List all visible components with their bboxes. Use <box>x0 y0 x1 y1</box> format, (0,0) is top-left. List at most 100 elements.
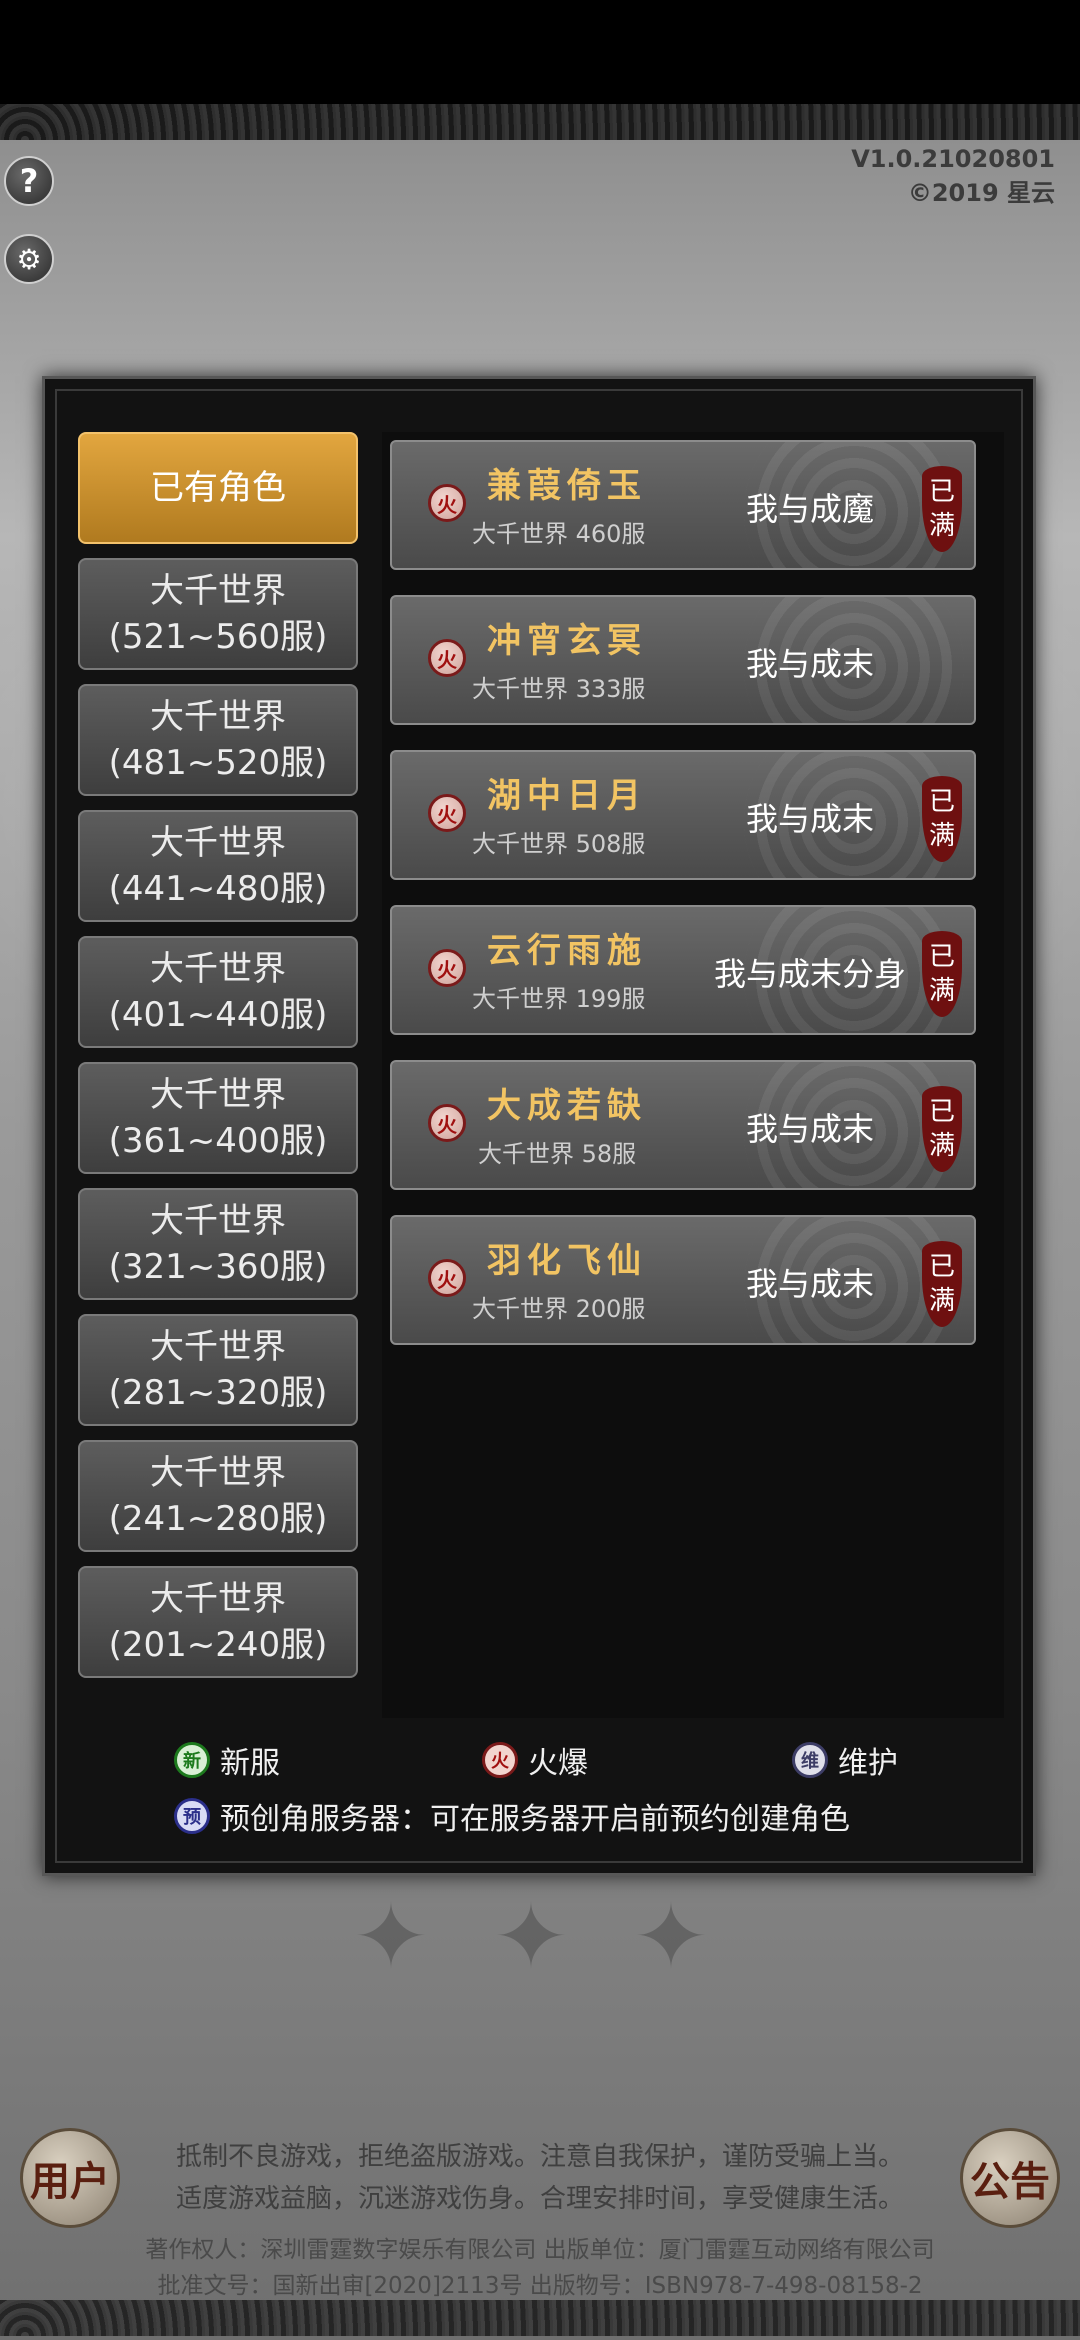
bottom-wave-border <box>0 2300 1080 2336</box>
tab-label: 大千世界 <box>150 949 286 989</box>
hot-badge-icon: 火 <box>428 1259 466 1297</box>
hot-badge-icon: 火 <box>428 949 466 987</box>
tab-range: (441~480服) <box>108 869 328 909</box>
publisher-line: 批准文号：国新出审[2020]2113号 出版物号：ISBN978-7-498-… <box>157 2273 923 2299</box>
server-world: 大千世界 200服 <box>472 1295 646 1323</box>
full-tag: 已 满 <box>922 776 962 862</box>
tab-existing-roles[interactable]: 已有角色 <box>78 432 358 544</box>
tab-world-521-560[interactable]: 大千世界 (521~560服) <box>78 558 358 670</box>
tab-label: 已有角色 <box>150 468 286 508</box>
server-card[interactable]: 火 羽化飞仙 大千世界 200服 我与成末 已 满 <box>390 1215 976 1345</box>
legend-label: 预创角服务器：可在服务器开启前预约创建角色 <box>220 1802 850 1837</box>
full-tag-char: 已 <box>928 787 955 817</box>
legend-precreate: 预 预创角服务器：可在服务器开启前预约创建角色 <box>174 1794 850 1838</box>
server-card[interactable]: 火 冲宵玄冥 大千世界 333服 我与成末 <box>390 595 976 725</box>
server-name: 兼葭倚玉 <box>487 466 647 506</box>
tab-world-441-480[interactable]: 大千世界 (441~480服) <box>78 810 358 922</box>
precreate-icon: 预 <box>174 1798 210 1834</box>
server-world: 大千世界 333服 <box>472 675 646 703</box>
legend-new: 新 新服 <box>174 1738 280 1782</box>
publisher-line: 著作权人：深圳雷霆数字娱乐有限公司 出版单位：厦门雷霆互动网络有限公司 <box>145 2237 935 2263</box>
role-name: 我与成魔 <box>745 490 874 528</box>
server-name: 云行雨施 <box>487 931 647 971</box>
tab-range: (521~560服) <box>108 617 328 657</box>
maintenance-icon: 维 <box>792 1742 828 1778</box>
help-icon: ? <box>19 162 39 200</box>
server-list: 火 兼葭倚玉 大千世界 460服 我与成魔 已 满 火 冲宵玄冥 大千世界 33… <box>382 432 1004 1718</box>
role-name: 我与成末 <box>745 800 874 838</box>
tab-range: (321~360服) <box>108 1247 328 1287</box>
tab-label: 大千世界 <box>150 1453 286 1493</box>
tab-world-201-240[interactable]: 大千世界 (201~240服) <box>78 1566 358 1678</box>
tab-world-401-440[interactable]: 大千世界 (401~440服) <box>78 936 358 1048</box>
full-tag: 已 满 <box>922 1241 962 1327</box>
full-tag: 已 满 <box>922 466 962 552</box>
tab-range: (201~240服) <box>108 1625 328 1665</box>
tab-world-321-360[interactable]: 大千世界 (321~360服) <box>78 1188 358 1300</box>
game-title-art: ✦ ✦ ✦ <box>353 1880 727 1985</box>
server-card[interactable]: 火 大成若缺 大千世界 58服 我与成末 已 满 <box>390 1060 976 1190</box>
settings-button[interactable]: ⚙ <box>4 234 54 284</box>
legend-label: 新服 <box>220 1746 280 1781</box>
server-name: 大成若缺 <box>487 1086 647 1126</box>
server-world: 大千世界 58服 <box>478 1140 637 1168</box>
server-card[interactable]: 火 兼葭倚玉 大千世界 460服 我与成魔 已 满 <box>390 440 976 570</box>
server-card[interactable]: 火 云行雨施 大千世界 199服 我与成末分身 已 满 <box>390 905 976 1035</box>
tab-label: 大千世界 <box>150 1327 286 1367</box>
tab-range: (481~520服) <box>108 743 328 783</box>
legend-label: 维护 <box>838 1746 898 1781</box>
full-tag-char: 已 <box>928 1252 955 1282</box>
version-number: V1.0.21020801 <box>851 145 1055 173</box>
full-tag-char: 满 <box>928 511 955 541</box>
server-world: 大千世界 460服 <box>472 520 646 548</box>
full-tag-char: 已 <box>928 942 955 972</box>
top-wave-border <box>0 104 1080 140</box>
server-world: 大千世界 199服 <box>472 985 646 1013</box>
tab-label: 大千世界 <box>150 1075 286 1115</box>
full-tag-char: 已 <box>928 477 955 507</box>
version-info: V1.0.21020801 ©2019 星云 <box>851 142 1055 210</box>
legend-hot: 火 火爆 <box>482 1738 588 1782</box>
server-name: 羽化飞仙 <box>487 1241 647 1281</box>
tab-world-241-280[interactable]: 大千世界 (241~280服) <box>78 1440 358 1552</box>
help-button[interactable]: ? <box>4 156 54 206</box>
world-tab-list[interactable]: 已有角色 大千世界 (521~560服) 大千世界 (481~520服) 大千世… <box>78 432 364 1718</box>
server-name: 湖中日月 <box>487 776 647 816</box>
tab-label: 大千世界 <box>150 571 286 611</box>
copyright-year: ©2019 星云 <box>907 179 1055 207</box>
full-tag: 已 满 <box>922 931 962 1017</box>
tab-world-361-400[interactable]: 大千世界 (361~400服) <box>78 1062 358 1174</box>
tab-label: 大千世界 <box>150 1579 286 1619</box>
hot-badge-icon: 火 <box>428 1104 466 1142</box>
full-tag-char: 满 <box>928 1131 955 1161</box>
full-tag: 已 满 <box>922 1086 962 1172</box>
server-card[interactable]: 火 湖中日月 大千世界 508服 我与成末 已 满 <box>390 750 976 880</box>
tab-label: 大千世界 <box>150 697 286 737</box>
tab-range: (361~400服) <box>108 1121 328 1161</box>
hot-server-icon: 火 <box>482 1742 518 1778</box>
hot-badge-icon: 火 <box>428 484 466 522</box>
full-tag-char: 满 <box>928 821 955 851</box>
tab-range: (281~320服) <box>108 1373 328 1413</box>
wrench-icon: ⚙ <box>16 242 42 276</box>
legend-label: 火爆 <box>528 1746 588 1781</box>
server-world: 大千世界 508服 <box>472 830 646 858</box>
health-notice-line: 抵制不良游戏，拒绝盗版游戏。注意自我保护，谨防受骗上当。 <box>175 2142 904 2172</box>
tab-range: (241~280服) <box>108 1499 328 1539</box>
tab-world-281-320[interactable]: 大千世界 (281~320服) <box>78 1314 358 1426</box>
new-server-icon: 新 <box>174 1742 210 1778</box>
health-notice-line: 适度游戏益脑，沉迷游戏伤身。合理安排时间，享受健康生活。 <box>175 2184 904 2214</box>
full-tag-char: 满 <box>928 976 955 1006</box>
role-name: 我与成末分身 <box>713 955 906 993</box>
hot-badge-icon: 火 <box>428 794 466 832</box>
tab-range: (401~440服) <box>108 995 328 1035</box>
full-tag-char: 已 <box>928 1097 955 1127</box>
tab-label: 大千世界 <box>150 823 286 863</box>
tab-world-481-520[interactable]: 大千世界 (481~520服) <box>78 684 358 796</box>
full-tag-char: 满 <box>928 1286 955 1316</box>
hot-badge-icon: 火 <box>428 639 466 677</box>
tab-label: 大千世界 <box>150 1201 286 1241</box>
publisher-info: 著作权人：深圳雷霆数字娱乐有限公司 出版单位：厦门雷霆互动网络有限公司 批准文号… <box>0 2232 1080 2304</box>
role-name: 我与成末 <box>745 1110 874 1148</box>
health-notice: 抵制不良游戏，拒绝盗版游戏。注意自我保护，谨防受骗上当。 适度游戏益脑，沉迷游戏… <box>0 2136 1080 2220</box>
